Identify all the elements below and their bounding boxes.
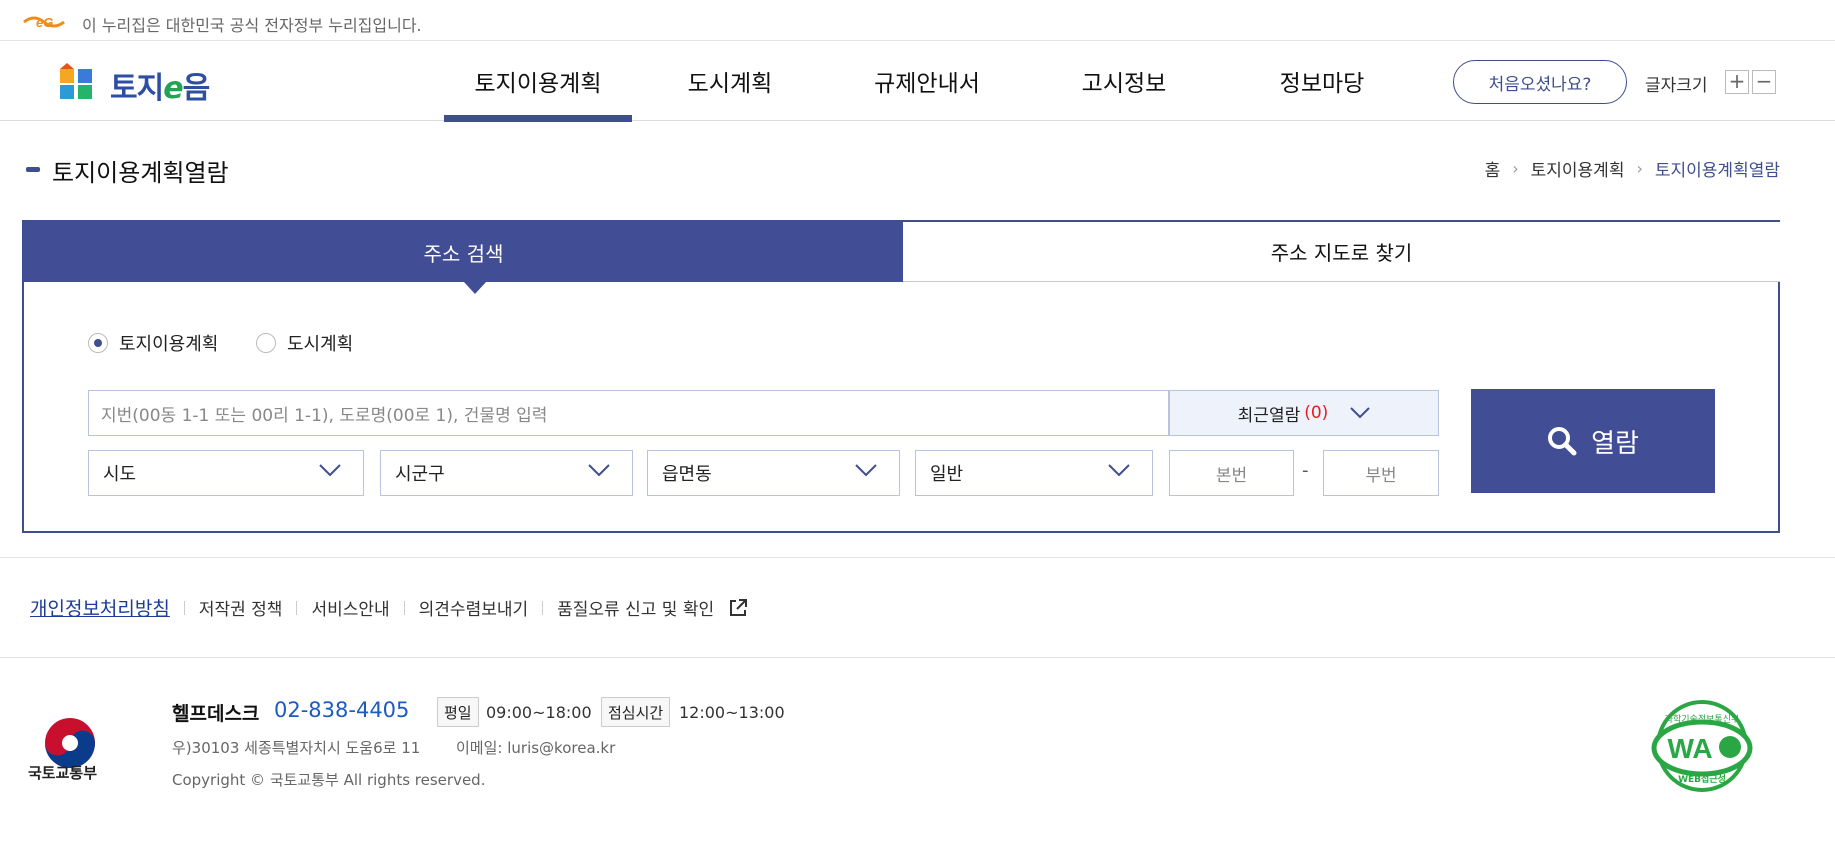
radio-land-use-plan[interactable]: 토지이용계획	[88, 330, 218, 356]
recent-views-label: 최근열람	[1237, 405, 1301, 426]
title-marker	[26, 167, 40, 172]
helpdesk-label: 헬프데스크	[172, 703, 260, 725]
gov-banner: eG 이 누리집은 대한민국 공식 전자정부 누리집입니다.	[0, 0, 1835, 41]
footer-link-service-guide[interactable]: 서비스안내	[311, 595, 389, 620]
radio-dot	[88, 333, 108, 353]
recent-views-dropdown[interactable]: 최근열람 (0)	[1169, 390, 1439, 436]
radio-label: 토지이용계획	[119, 334, 219, 355]
ministry-name: 국토교통부	[28, 764, 98, 782]
nav-item-notice-info[interactable]: 고시정보	[1026, 41, 1222, 121]
breadcrumb-separator: ›	[1512, 159, 1519, 178]
nav-item-info-square[interactable]: 정보마당	[1222, 41, 1422, 121]
wa-mark-top-text: 과학기술정보통신부	[1665, 714, 1740, 725]
footer-link-privacy-policy[interactable]: 개인정보처리방침	[30, 594, 170, 621]
footer-links: 개인정보처리방침 저작권 정책 서비스안내 의견수렴보내기 품질오류 신고 및 …	[30, 594, 748, 621]
breadcrumb-separator: ›	[1636, 159, 1643, 178]
house-icon	[60, 63, 92, 99]
view-button[interactable]: 열람	[1471, 389, 1715, 493]
weekday-hours: 09:00~18:00	[486, 703, 592, 722]
eupmyeondong-select[interactable]: 읍면동	[647, 450, 900, 496]
font-size-label: 글자크기	[1645, 76, 1708, 96]
sub-lot-number-input[interactable]: 부번	[1323, 450, 1439, 496]
footer-link-feedback[interactable]: 의견수렴보내기	[419, 595, 528, 620]
main-lot-number-input[interactable]: 본번	[1169, 450, 1294, 496]
chevron-down-icon	[1350, 407, 1371, 419]
address-search-input[interactable]: 지번(00동 1-1 또는 00리 1-1), 도로명(00로 1), 건물명 …	[88, 390, 1169, 436]
helpdesk-phone[interactable]: 02-838-4405	[274, 698, 409, 722]
site-logo[interactable]: 토지e음	[58, 61, 238, 106]
nav-item-regulation-guide[interactable]: 규제안내서	[828, 41, 1026, 121]
search-icon	[1548, 427, 1577, 456]
lunch-hours: 12:00~13:00	[679, 703, 785, 722]
font-size-decrease-button[interactable]: −	[1752, 70, 1776, 94]
land-type-select[interactable]: 일반	[915, 450, 1153, 496]
chevron-down-icon	[319, 464, 341, 477]
footer-copyright: Copyright © 국토교통부 All rights reserved.	[172, 771, 486, 789]
breadcrumb-land-use-plan[interactable]: 토지이용계획	[1531, 156, 1625, 181]
gov-banner-text: 이 누리집은 대한민국 공식 전자정부 누리집입니다.	[82, 16, 422, 35]
lot-number-dash: -	[1302, 460, 1309, 481]
footer-link-quality-report[interactable]: 품질오류 신고 및 확인	[557, 595, 747, 620]
breadcrumb-current: 토지이용계획열람	[1654, 161, 1780, 181]
svg-text:eG: eG	[36, 15, 53, 30]
egov-logo-icon: eG	[23, 15, 65, 30]
page-title: 토지이용계획열람	[52, 159, 229, 187]
footer-link-divider	[296, 600, 298, 615]
footer-email: 이메일: luris@korea.kr	[456, 739, 616, 757]
footer-link-copyright-policy[interactable]: 저작권 정책	[199, 595, 283, 620]
main-nav: 토지이용계획 도시계획 규제안내서 고시정보 정보마당	[444, 41, 1422, 122]
footer-address: 우)30103 세종특별자치시 도움6로 11	[172, 739, 421, 757]
footer-divider	[0, 657, 1835, 658]
nav-item-land-use-plan[interactable]: 토지이용계획	[444, 41, 632, 122]
chevron-down-icon	[855, 464, 877, 477]
breadcrumb: 홈 › 토지이용계획 › 토지이용계획열람	[1485, 156, 1780, 181]
tab-address-search[interactable]: 주소 검색	[24, 222, 903, 294]
chevron-down-icon	[1108, 464, 1130, 477]
view-button-label: 열람	[1591, 428, 1639, 459]
tab-map-search[interactable]: 주소 지도로 찾기	[903, 222, 1780, 282]
wa-mark-text: WA	[1667, 733, 1712, 764]
lunch-badge: 점심시간	[601, 697, 671, 727]
web-accessibility-mark-icon: 과학기술정보통신부 WA WEB접근성	[1651, 700, 1753, 792]
radio-dot	[256, 333, 276, 353]
first-visit-button[interactable]: 처음오셨나요?	[1453, 60, 1627, 104]
nav-item-city-plan[interactable]: 도시계획	[632, 41, 828, 121]
footer-link-divider	[403, 600, 405, 615]
radio-city-plan[interactable]: 도시계획	[256, 330, 353, 356]
weekday-badge: 평일	[437, 697, 479, 727]
recent-views-count: (0)	[1304, 403, 1329, 423]
wa-mark-bottom-text: WEB접근성	[1678, 773, 1726, 785]
footer-link-divider	[542, 600, 544, 615]
footer-link-divider	[183, 600, 185, 615]
sigungu-select[interactable]: 시군구	[380, 450, 633, 496]
external-link-icon	[729, 599, 747, 616]
site-header: 토지e음 토지이용계획 도시계획 규제안내서 고시정보 정보마당 처음오셨나요?…	[0, 41, 1835, 122]
site-logo-text: 토지e음	[110, 71, 210, 106]
sido-select[interactable]: 시도	[88, 450, 364, 496]
chevron-down-icon	[588, 464, 610, 477]
font-size-increase-button[interactable]: +	[1725, 70, 1749, 94]
breadcrumb-home[interactable]: 홈	[1485, 156, 1501, 181]
footer-divider	[0, 557, 1835, 558]
search-panel: 주소 검색 주소 지도로 찾기 토지이용계획 도시계획 지번(00동 1-1 또…	[22, 220, 1780, 533]
radio-label: 도시계획	[287, 334, 354, 355]
